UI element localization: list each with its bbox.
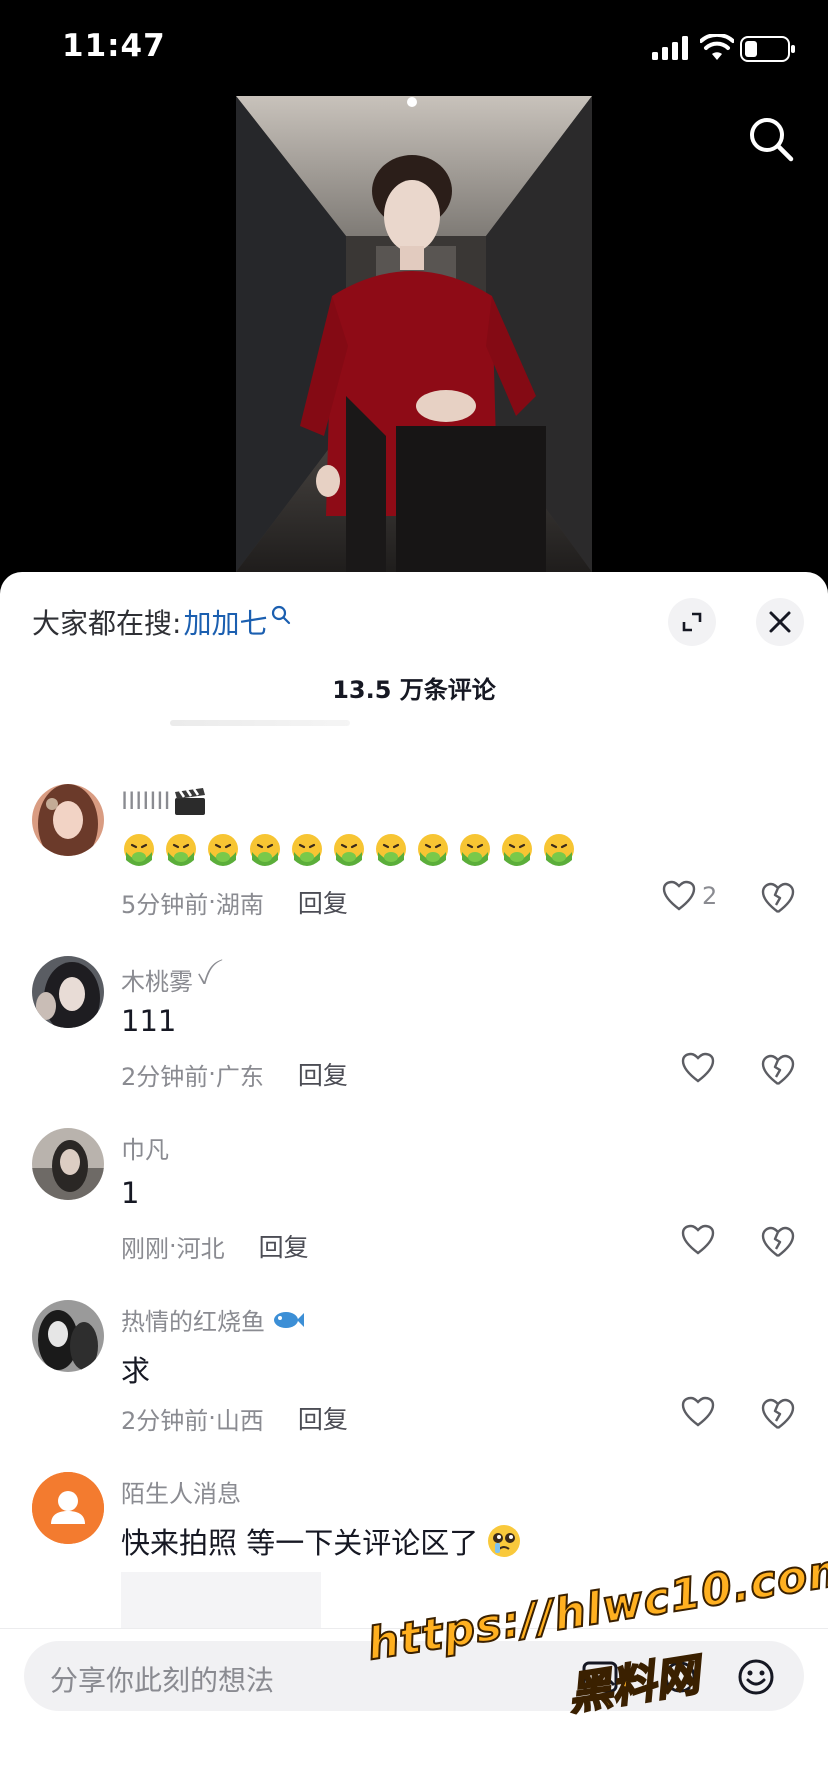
heart-icon — [681, 1396, 715, 1427]
input-placeholder: 分享你此刻的想法 — [50, 1664, 275, 1697]
scrolled-content-fragment — [170, 720, 350, 726]
search-icon[interactable] — [748, 116, 794, 162]
hot-search[interactable]: 大家都在搜: 加加七 — [32, 602, 291, 642]
reply-button[interactable]: 回复 — [298, 884, 348, 920]
comment-time: 2分钟前 — [121, 1406, 209, 1435]
pleading-face-icon — [488, 1525, 521, 1557]
nauseated-face-icon — [124, 834, 154, 866]
comment-text: 求 — [121, 1354, 151, 1388]
comment-item: IIIIIII 5分钟前 · 湖南 回复 2 — [0, 784, 828, 944]
like-count: 2 — [702, 882, 718, 910]
meta-separator: · — [208, 1060, 216, 1088]
comment-meta: 2分钟前 · 山西 回复 — [121, 1400, 348, 1436]
meta-separator: · — [208, 888, 216, 916]
like-button[interactable] — [681, 1052, 715, 1084]
avatar[interactable] — [32, 1472, 104, 1544]
nauseated-face-icon — [544, 834, 574, 866]
status-time: 11:47 — [62, 28, 166, 64]
nauseated-face-icon — [250, 834, 280, 866]
comment-meta: 刚刚 · 河北 回复 — [121, 1228, 309, 1264]
comment-count: 13.5 万条评论 — [332, 676, 496, 704]
battery-icon — [740, 36, 795, 62]
watermark-text: 黑料网 — [563, 1649, 703, 1722]
heart-icon — [681, 1052, 715, 1083]
author-name: 陌生人消息 — [121, 1480, 241, 1508]
comment-meta: 2分钟前 · 广东 回复 — [121, 1056, 348, 1092]
comment-author[interactable]: 木桃雾 ꪜ — [121, 958, 211, 1000]
nauseated-face-icon — [166, 834, 196, 866]
nauseated-face-icon — [334, 834, 364, 866]
comment-location: 湖南 — [215, 890, 264, 919]
comment-text: 快来拍照 等一下关评论区了 — [121, 1520, 522, 1562]
dislike-icon[interactable] — [760, 880, 796, 916]
comment-author[interactable]: 巾凡 — [121, 1130, 169, 1165]
meta-separator: · — [208, 1404, 216, 1432]
author-name: 巾凡 — [121, 1136, 169, 1164]
comment-author[interactable]: 陌生人消息 — [121, 1474, 241, 1509]
avatar[interactable] — [32, 784, 104, 856]
video-frame-image — [236, 96, 592, 572]
nauseated-face-icon — [460, 834, 490, 866]
comment-time: 5分钟前 — [121, 890, 209, 919]
comment-item: 巾凡 1 刚刚 · 河北 回复 — [0, 1128, 828, 1288]
comment-author[interactable]: IIIIIII — [121, 786, 207, 816]
comment-meta: 5分钟前 · 湖南 回复 — [121, 884, 348, 920]
nauseated-face-icon — [376, 834, 406, 866]
wifi-icon — [700, 34, 734, 60]
nauseated-face-icon — [502, 834, 532, 866]
like-button[interactable] — [681, 1224, 715, 1256]
heart-icon — [662, 880, 696, 911]
nauseated-face-icon — [418, 834, 448, 866]
avatar[interactable] — [32, 956, 104, 1028]
hot-search-label: 大家都在搜: — [32, 607, 182, 640]
author-name: 热情的红烧鱼 — [121, 1308, 265, 1336]
close-icon — [769, 611, 791, 633]
video-player[interactable] — [236, 96, 592, 572]
close-button[interactable] — [756, 598, 804, 646]
nauseated-face-icon — [208, 834, 238, 866]
signal-icon — [652, 36, 688, 60]
comment-text: 1 — [121, 1176, 140, 1210]
comment-item: 木桃雾 ꪜ 111 2分钟前 · 广东 回复 — [0, 956, 828, 1116]
reply-button[interactable]: 回复 — [259, 1228, 309, 1264]
expand-button[interactable] — [668, 598, 716, 646]
avatar[interactable] — [32, 1128, 104, 1200]
comment-author[interactable]: 热情的红烧鱼 — [121, 1302, 305, 1337]
comment-text — [121, 832, 577, 868]
comment-location: 广东 — [215, 1062, 264, 1091]
hot-search-keyword[interactable]: 加加七 — [183, 602, 267, 642]
reply-button[interactable]: 回复 — [298, 1056, 348, 1092]
author-name: 木桃雾 — [121, 967, 193, 996]
status-bar: 11:47 — [0, 0, 828, 92]
clapperboard-icon — [174, 788, 205, 815]
message-attachment-thumbnail[interactable] — [121, 1572, 321, 1632]
like-button[interactable] — [681, 1396, 715, 1428]
comment-text: 111 — [121, 1004, 177, 1038]
user-placeholder-icon — [32, 1472, 104, 1544]
expand-icon — [682, 612, 702, 632]
dislike-icon[interactable] — [760, 1396, 796, 1432]
author-name-suffix: ꪜ — [197, 965, 211, 989]
heart-icon — [681, 1224, 715, 1255]
author-name: IIIIIII — [121, 787, 171, 815]
meta-separator: · — [169, 1232, 177, 1260]
comment-time: 刚刚 — [121, 1234, 169, 1263]
fish-icon — [274, 1311, 304, 1328]
nauseated-face-icon — [292, 834, 322, 866]
comment-time: 2分钟前 — [121, 1062, 209, 1091]
comment-location: 河北 — [176, 1234, 225, 1263]
avatar[interactable] — [32, 1300, 104, 1372]
dislike-icon[interactable] — [760, 1224, 796, 1260]
dislike-icon[interactable] — [760, 1052, 796, 1088]
comment-location: 山西 — [215, 1406, 264, 1435]
search-small-icon — [272, 605, 291, 625]
reply-button[interactable]: 回复 — [298, 1400, 348, 1436]
comment-text-content: 快来拍照 等一下关评论区了 — [121, 1526, 479, 1560]
like-button[interactable]: 2 — [662, 880, 717, 912]
comment-item: 热情的红烧鱼 求 2分钟前 · 山西 回复 — [0, 1300, 828, 1460]
